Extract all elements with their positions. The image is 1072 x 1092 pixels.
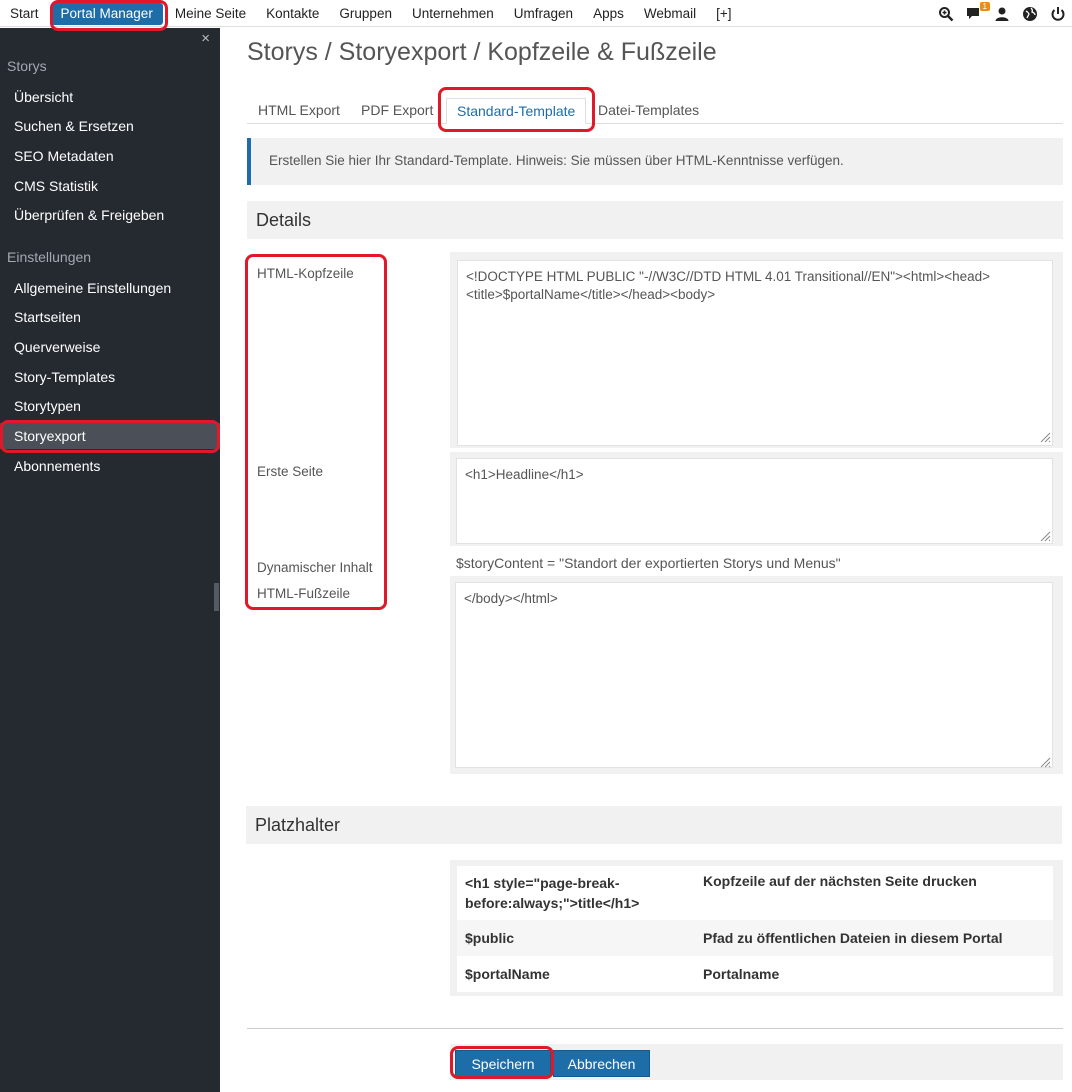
label-erste-seite: Erste Seite <box>257 464 324 479</box>
nav-umfragen[interactable]: Umfragen <box>504 0 583 27</box>
placeholder-code: $portalName <box>465 966 550 982</box>
sidebar-item-cms-statistik[interactable]: CMS Statistik <box>0 173 220 199</box>
chat-notifications-icon[interactable]: 1 <box>966 1 990 22</box>
tab-pdf-export[interactable]: PDF Export <box>361 98 433 124</box>
user-icon[interactable] <box>994 6 1010 22</box>
nav-kontakte[interactable]: Kontakte <box>256 0 329 27</box>
resize-grip-icon[interactable] <box>1039 530 1051 542</box>
label-html-kopfzeile: HTML-Kopfzeile <box>257 266 354 281</box>
nav-unternehmen[interactable]: Unternehmen <box>402 0 504 27</box>
placeholder-code: <h1 style="page-break-before:always;">ti… <box>465 875 640 911</box>
placeholder-description: Kopfzeile auf der nächsten Seite drucken <box>703 873 977 889</box>
footer-textarea-wrap: </body></html> <box>450 576 1063 774</box>
tab-html-export[interactable]: HTML Export <box>258 98 340 124</box>
nav-add[interactable]: [+] <box>706 0 741 27</box>
zoom-search-icon[interactable] <box>938 6 954 22</box>
tab-bar: HTML Export PDF Export Standard-Template… <box>247 98 1063 124</box>
nav-apps[interactable]: Apps <box>583 0 634 27</box>
sidebar-resize-handle[interactable] <box>214 583 219 611</box>
top-navigation-bar: Start Portal Manager Meine Seite Kontakt… <box>0 0 1072 27</box>
resize-grip-icon[interactable] <box>1039 756 1051 768</box>
tab-standard-template[interactable]: Standard-Template <box>446 98 587 124</box>
nav-meine-seite[interactable]: Meine Seite <box>165 0 256 27</box>
nav-webmail[interactable]: Webmail <box>634 0 706 27</box>
sidebar-item-allgemeine-einstellungen[interactable]: Allgemeine Einstellungen <box>0 275 220 301</box>
table-row: $public Pfad zu öffentlichen Dateien in … <box>457 920 1053 956</box>
first-page-textarea-wrap: <h1>Headline</h1> <box>450 452 1063 546</box>
details-heading: Details <box>247 201 1063 239</box>
nav-start[interactable]: Start <box>0 0 49 27</box>
sidebar-item-startseiten[interactable]: Startseiten <box>0 304 220 330</box>
globe-icon[interactable] <box>1022 6 1038 22</box>
power-icon[interactable] <box>1050 6 1066 22</box>
html-kopfzeile-textarea[interactable]: <!DOCTYPE HTML PUBLIC "-//W3C//DTD HTML … <box>457 260 1053 446</box>
placeholder-description: Pfad zu öffentlichen Dateien in diesem P… <box>703 930 1003 946</box>
sidebar-item-seo-metadaten[interactable]: SEO Metadaten <box>0 143 220 169</box>
top-icons: 1 <box>938 0 1066 27</box>
placeholder-table: <h1 style="page-break-before:always;">ti… <box>457 866 1053 992</box>
placeholder-table-wrap: <h1 style="page-break-before:always;">ti… <box>450 860 1063 996</box>
nav-gruppen[interactable]: Gruppen <box>329 0 402 27</box>
label-dynamischer-inhalt: Dynamischer Inhalt <box>257 560 373 575</box>
cancel-button[interactable]: Abbrechen <box>553 1050 650 1077</box>
sidebar: × Storys Übersicht Suchen & Ersetzen SEO… <box>0 28 220 1092</box>
top-nav-menu: Start Portal Manager Meine Seite Kontakt… <box>0 0 742 27</box>
page-title: Storys / Storyexport / Kopfzeile & Fußze… <box>247 38 717 66</box>
sidebar-item-uebersicht[interactable]: Übersicht <box>0 84 220 110</box>
table-row: <h1 style="page-break-before:always;">ti… <box>457 866 1053 920</box>
sidebar-item-ueberpruefen-freigeben[interactable]: Überprüfen & Freigeben <box>0 202 220 228</box>
sidebar-item-story-templates[interactable]: Story-Templates <box>0 364 220 390</box>
placeholder-heading: Platzhalter <box>246 806 1062 844</box>
info-alert: Erstellen Sie hier Ihr Standard-Template… <box>247 138 1063 185</box>
sidebar-section-einstellungen: Einstellungen <box>7 249 92 265</box>
sidebar-item-abonnements[interactable]: Abonnements <box>0 453 220 479</box>
tab-datei-templates[interactable]: Datei-Templates <box>598 98 699 124</box>
placeholder-description: Portalname <box>703 966 780 982</box>
erste-seite-textarea[interactable]: <h1>Headline</h1> <box>456 458 1053 544</box>
html-fusszeile-textarea[interactable]: </body></html> <box>455 582 1053 768</box>
table-row: $portalName Portalname <box>457 956 1053 992</box>
sidebar-item-storyexport[interactable]: Storyexport <box>0 423 220 449</box>
nav-portal-manager[interactable]: Portal Manager <box>50 2 163 25</box>
save-button[interactable]: Speichern <box>455 1050 551 1077</box>
notification-badge: 1 <box>979 1 990 11</box>
header-textarea-wrap: <!DOCTYPE HTML PUBLIC "-//W3C//DTD HTML … <box>450 252 1063 448</box>
sidebar-item-querverweise[interactable]: Querverweise <box>0 334 220 360</box>
sidebar-item-suchen-ersetzen[interactable]: Suchen & Ersetzen <box>0 113 220 139</box>
resize-grip-icon[interactable] <box>1039 431 1051 443</box>
footer-divider <box>247 1028 1063 1029</box>
sidebar-section-storys: Storys <box>7 58 47 74</box>
label-html-fusszeile: HTML-Fußzeile <box>257 586 351 601</box>
close-sidebar-icon[interactable]: × <box>201 30 210 47</box>
dynamic-content-hint: $storyContent = "Standort der exportiert… <box>456 555 841 571</box>
placeholder-code: $public <box>465 930 515 946</box>
annotation-field-labels <box>245 254 387 610</box>
sidebar-item-storytypen[interactable]: Storytypen <box>0 393 220 419</box>
